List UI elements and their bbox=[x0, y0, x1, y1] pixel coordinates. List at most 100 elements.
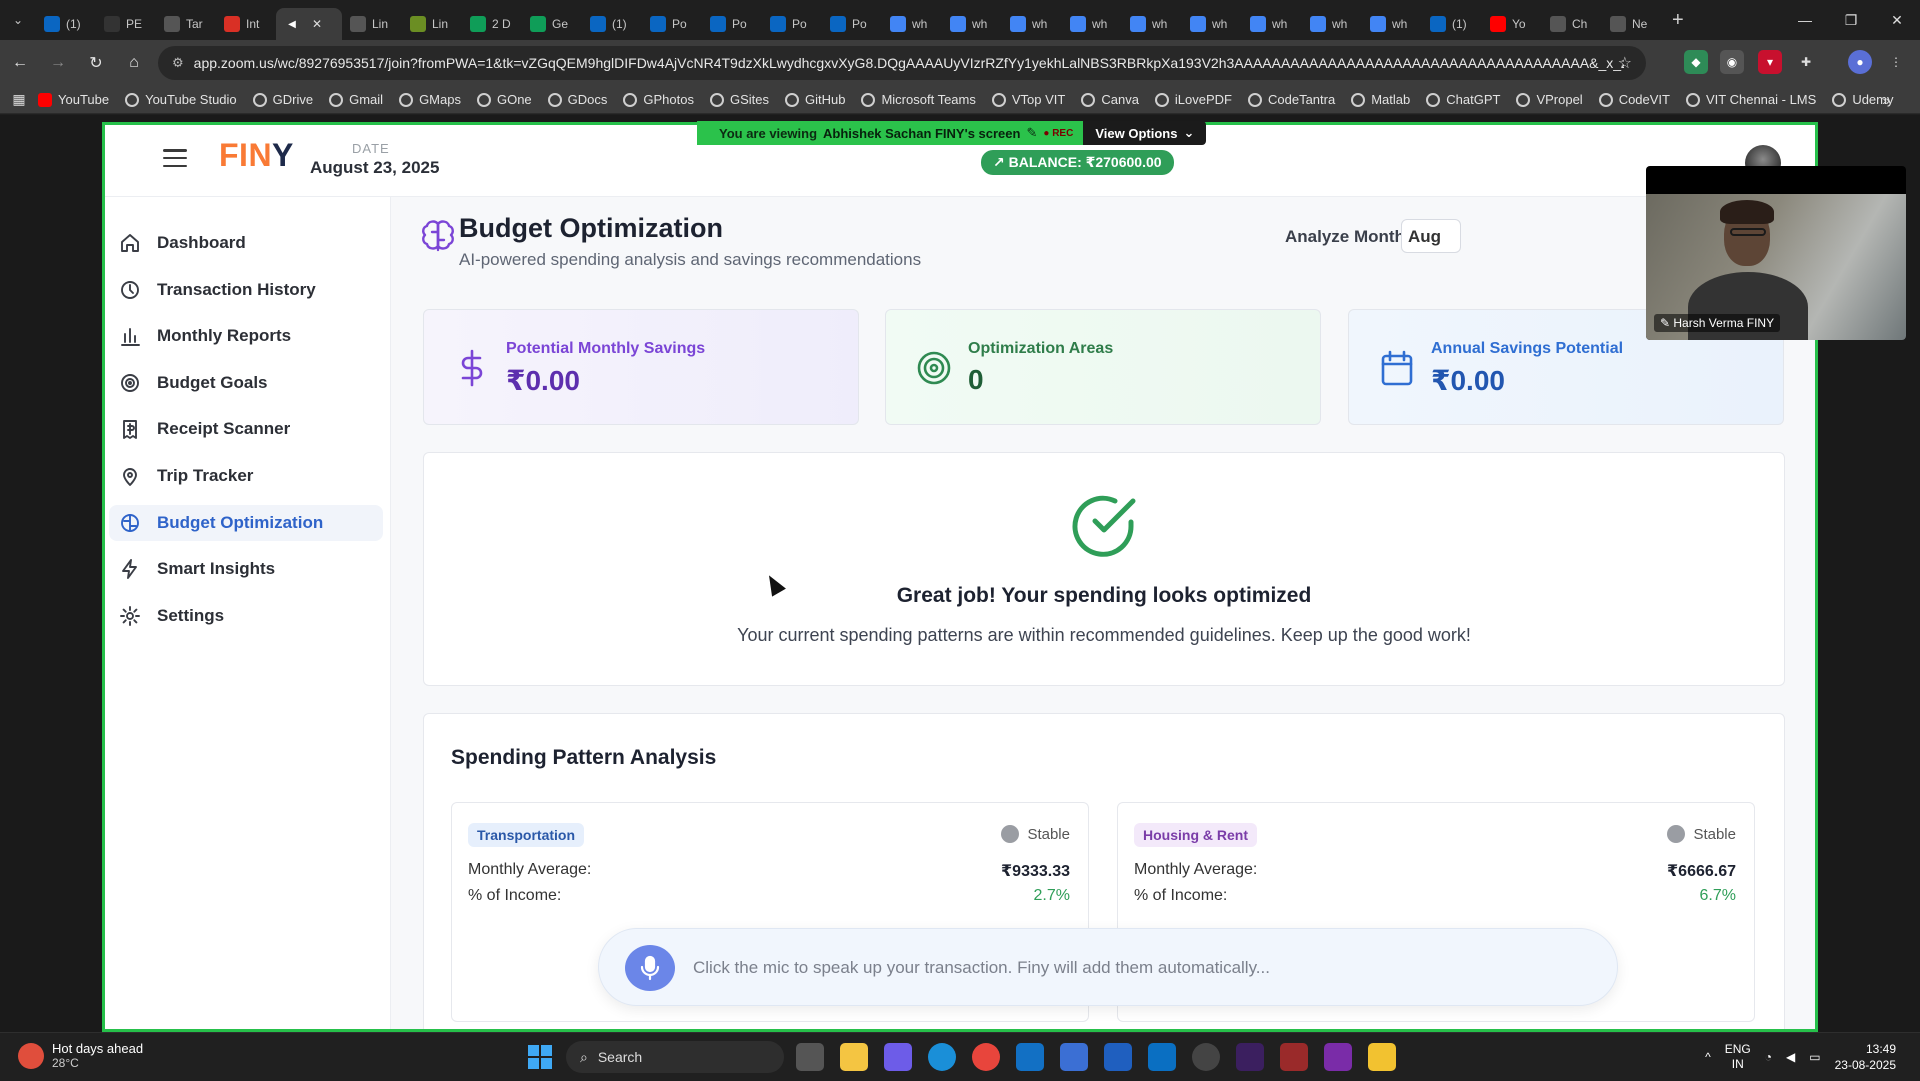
battery-icon[interactable]: ▭ bbox=[1809, 1050, 1820, 1064]
camera-extension-icon[interactable]: ◉ bbox=[1720, 50, 1744, 74]
hamburger-menu-icon[interactable] bbox=[163, 149, 187, 167]
browser-tab[interactable]: wh bbox=[1302, 8, 1362, 40]
browser-tab[interactable]: wh bbox=[1062, 8, 1122, 40]
new-tab-button[interactable]: + bbox=[1672, 9, 1684, 32]
bookmark-item[interactable]: VTop VIT bbox=[991, 92, 1065, 107]
bookmark-item[interactable]: GDrive bbox=[252, 92, 313, 107]
bookmark-item[interactable]: GSites bbox=[709, 92, 769, 107]
volume-icon[interactable]: ◀ bbox=[1786, 1050, 1795, 1064]
sidebar-item-transaction-history[interactable]: Transaction History bbox=[109, 272, 383, 308]
chatgpt-icon[interactable] bbox=[1192, 1043, 1220, 1071]
bookmark-item[interactable]: Canva bbox=[1081, 92, 1139, 107]
browser-tab[interactable]: Tar bbox=[156, 8, 216, 40]
browser-tab[interactable]: ◀ ✕ bbox=[276, 8, 342, 40]
browser-tab[interactable]: Ne bbox=[1602, 8, 1662, 40]
sticky-notes-icon[interactable] bbox=[1368, 1043, 1396, 1071]
site-info-icon[interactable]: ⚙ bbox=[172, 55, 184, 71]
sidebar-item-smart-insights[interactable]: Smart Insights bbox=[109, 551, 383, 587]
extensions-puzzle-icon[interactable]: ✚ bbox=[1794, 50, 1818, 74]
bookmark-item[interactable]: GitHub bbox=[785, 92, 845, 107]
home-button[interactable]: ⌂ bbox=[116, 45, 152, 81]
bookmark-item[interactable]: VIT Chennai - LMS bbox=[1686, 92, 1816, 107]
bookmark-item[interactable]: VPropel bbox=[1516, 92, 1583, 107]
browser-tab[interactable]: (1) bbox=[582, 8, 642, 40]
premiere-icon[interactable] bbox=[1236, 1043, 1264, 1071]
browser-tab[interactable]: wh bbox=[1242, 8, 1302, 40]
taskbar-search[interactable]: ⌕ Search bbox=[566, 1041, 784, 1073]
file-explorer-icon[interactable] bbox=[840, 1043, 868, 1071]
restore-button[interactable]: ❐ bbox=[1828, 0, 1874, 40]
back-button[interactable]: ← bbox=[2, 45, 38, 81]
clock[interactable]: 13:49 23-08-2025 bbox=[1835, 1041, 1896, 1073]
browser-tab[interactable]: 2 D bbox=[462, 8, 522, 40]
weather-widget[interactable]: Hot days ahead 28°C bbox=[18, 1041, 143, 1070]
windows-start-icon[interactable] bbox=[528, 1045, 552, 1069]
language-indicator[interactable]: ENG IN bbox=[1725, 1042, 1751, 1072]
finy-logo[interactable]: FINY bbox=[219, 137, 294, 174]
bookmark-item[interactable]: GOne bbox=[476, 92, 532, 107]
browser-tab[interactable]: PE bbox=[96, 8, 156, 40]
bookmark-item[interactable]: iLovePDF bbox=[1154, 92, 1232, 107]
sidebar-item-receipt-scanner[interactable]: Receipt Scanner bbox=[109, 411, 383, 447]
browser-tab[interactable]: Int bbox=[216, 8, 276, 40]
sidebar-item-dashboard[interactable]: Dashboard bbox=[109, 225, 383, 261]
close-window-button[interactable]: ✕ bbox=[1874, 0, 1920, 40]
minimize-button[interactable]: — bbox=[1782, 0, 1828, 40]
vscode-icon[interactable] bbox=[1148, 1043, 1176, 1071]
voice-input-bar[interactable]: Click the mic to speak up your transacti… bbox=[598, 928, 1618, 1006]
onenote-icon[interactable] bbox=[1324, 1043, 1352, 1071]
browser-tab[interactable]: Ge bbox=[522, 8, 582, 40]
reload-button[interactable]: ↻ bbox=[78, 45, 114, 81]
bookmark-item[interactable]: Matlab bbox=[1351, 92, 1410, 107]
outlook-icon[interactable] bbox=[1016, 1043, 1044, 1071]
sidebar-item-budget-optimization[interactable]: Budget Optimization bbox=[109, 504, 383, 541]
task-view-icon[interactable] bbox=[796, 1043, 824, 1071]
browser-tab[interactable]: Po bbox=[762, 8, 822, 40]
bookmark-item[interactable]: GMaps bbox=[399, 92, 461, 107]
browser-tab[interactable]: Po bbox=[642, 8, 702, 40]
bookmark-item[interactable]: YouTube Studio bbox=[125, 92, 237, 107]
bookmark-item[interactable]: ChatGPT bbox=[1426, 92, 1500, 107]
browser-tab[interactable]: wh bbox=[1182, 8, 1242, 40]
browser-tab[interactable]: Lin bbox=[342, 8, 402, 40]
apps-grid-icon[interactable]: ▦ bbox=[0, 91, 38, 108]
chrome-icon[interactable] bbox=[972, 1043, 1000, 1071]
bookmark-item[interactable]: GDocs bbox=[547, 92, 607, 107]
bookmark-item[interactable]: CodeTantra bbox=[1248, 92, 1335, 107]
browser-tab[interactable]: (1) bbox=[36, 8, 96, 40]
profile-avatar-icon[interactable]: ● bbox=[1848, 50, 1872, 74]
forward-button[interactable]: → bbox=[40, 45, 76, 81]
address-bar[interactable]: ⚙ app.zoom.us/wc/89276953517/join?fromPW… bbox=[158, 46, 1646, 80]
browser-menu-icon[interactable]: ⋮ bbox=[1884, 50, 1908, 74]
browser-tab[interactable]: wh bbox=[1002, 8, 1062, 40]
browser-tab[interactable]: wh bbox=[882, 8, 942, 40]
bookmark-item[interactable]: YouTube bbox=[38, 92, 109, 107]
store-icon[interactable] bbox=[1060, 1043, 1088, 1071]
sidebar-item-settings[interactable]: Settings bbox=[109, 598, 383, 634]
mic-button[interactable] bbox=[625, 945, 675, 991]
sidebar-item-budget-goals[interactable]: Budget Goals bbox=[109, 365, 383, 401]
more-bookmarks-icon[interactable]: » bbox=[1882, 92, 1890, 108]
sidebar-item-monthly-reports[interactable]: Monthly Reports bbox=[109, 318, 383, 354]
tray-chevron-icon[interactable]: ^ bbox=[1705, 1050, 1711, 1064]
browser-tab[interactable]: wh bbox=[1122, 8, 1182, 40]
pocket-extension-icon[interactable]: ▾ bbox=[1758, 50, 1782, 74]
wifi-icon[interactable]: ◔ bbox=[1765, 1050, 1772, 1064]
browser-tab[interactable]: Po bbox=[822, 8, 882, 40]
browser-tab[interactable]: wh bbox=[942, 8, 1002, 40]
browser-tab[interactable]: Lin bbox=[402, 8, 462, 40]
snipping-tool-icon[interactable] bbox=[1280, 1043, 1308, 1071]
tab-search-icon[interactable]: ⌄ bbox=[0, 0, 36, 40]
close-tab-icon[interactable]: ✕ bbox=[312, 17, 322, 31]
sidebar-item-trip-tracker[interactable]: Trip Tracker bbox=[109, 458, 383, 494]
browser-tab[interactable]: (1) bbox=[1422, 8, 1482, 40]
copilot-icon[interactable] bbox=[884, 1043, 912, 1071]
month-select[interactable]: Aug bbox=[1401, 219, 1461, 253]
bookmark-item[interactable]: Gmail bbox=[329, 92, 383, 107]
edge-icon[interactable] bbox=[928, 1043, 956, 1071]
participant-video[interactable]: ✎ Harsh Verma FINY bbox=[1646, 166, 1906, 340]
browser-tab[interactable]: wh bbox=[1362, 8, 1422, 40]
bookmark-item[interactable]: CodeVIT bbox=[1598, 92, 1670, 107]
browser-tab[interactable]: Po bbox=[702, 8, 762, 40]
app-icon[interactable] bbox=[1104, 1043, 1132, 1071]
